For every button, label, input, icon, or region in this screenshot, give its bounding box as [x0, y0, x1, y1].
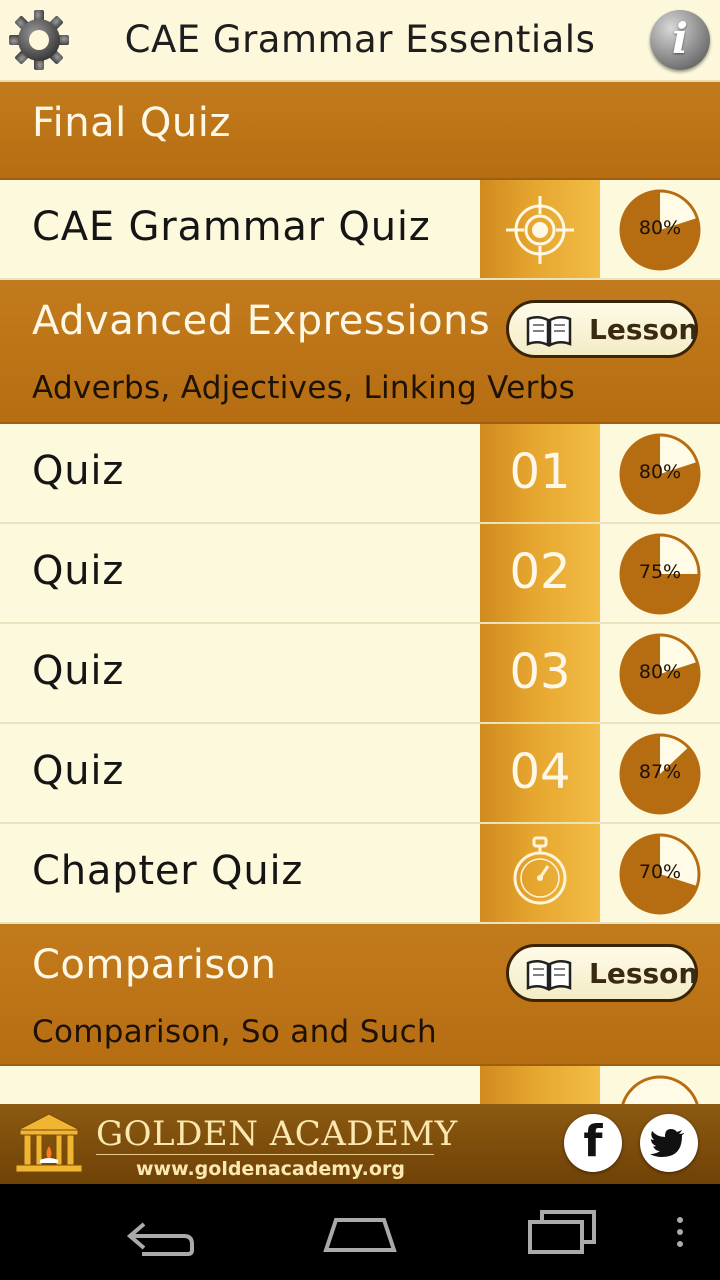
list-item-partial[interactable] [0, 1066, 720, 1104]
list-item-quiz-01[interactable]: Quiz 01 80% [0, 424, 720, 524]
quiz-label: Quiz [32, 648, 125, 694]
progress-pie: 80% [619, 189, 701, 271]
progress-percent: 87% [638, 761, 682, 783]
overflow-menu-icon[interactable] [672, 1204, 688, 1260]
progress-pie [619, 1075, 701, 1104]
list-item-quiz-04[interactable]: Quiz 04 87% [0, 724, 720, 824]
quiz-number: 01 [509, 444, 571, 500]
lesson-button[interactable]: Lesson [506, 944, 698, 1002]
footer-banner: GOLDEN ACADEMY www.goldenacademy.org f [0, 1104, 720, 1184]
stopwatch-icon [513, 836, 567, 905]
brand-name: GOLDEN ACADEMY [96, 1114, 458, 1154]
quiz-number: 02 [509, 544, 571, 600]
quiz-badge: 03 [480, 624, 600, 722]
section-title: Comparison [32, 942, 277, 988]
quiz-badge [480, 1066, 600, 1104]
list-item-quiz-03[interactable]: Quiz 03 80% [0, 624, 720, 724]
quiz-badge: 01 [480, 424, 600, 522]
list-item-chapter-quiz[interactable]: Chapter Quiz 70% [0, 824, 720, 924]
system-nav-bar [0, 1184, 720, 1280]
chapter-list[interactable]: Final Quiz CAE Grammar Quiz 80% Advanced… [0, 82, 720, 1104]
progress-percent: 80% [638, 217, 682, 239]
page-title: CAE Grammar Essentials [124, 18, 596, 61]
progress-percent: 70% [638, 861, 682, 883]
back-icon[interactable] [122, 1204, 198, 1260]
twitter-icon[interactable] [640, 1114, 698, 1172]
brand-url: www.goldenacademy.org [136, 1158, 405, 1180]
section-subtitle: Adverbs, Adjectives, Linking Verbs [32, 370, 576, 406]
quiz-label: Quiz [32, 448, 125, 494]
section-subtitle: Comparison, So and Such [32, 1014, 437, 1050]
progress-percent: 80% [638, 461, 682, 483]
progress-pie: 75% [619, 533, 701, 615]
facebook-icon[interactable]: f [564, 1114, 622, 1172]
progress-percent: 80% [638, 661, 682, 683]
section-final-quiz: Final Quiz [0, 82, 720, 180]
progress-pie: 80% [619, 433, 701, 515]
academy-logo-icon [15, 1113, 83, 1173]
section-title: Final Quiz [32, 100, 231, 146]
app-header: CAE Grammar Essentials i [0, 0, 720, 82]
quiz-label: Quiz [32, 748, 125, 794]
quiz-badge: 04 [480, 724, 600, 822]
brand-underline [96, 1154, 434, 1155]
target-icon [506, 196, 574, 264]
quiz-label: CAE Grammar Quiz [32, 204, 431, 250]
lesson-button[interactable]: Lesson [506, 300, 698, 358]
progress-percent: 75% [638, 561, 682, 583]
quiz-number: 04 [509, 744, 571, 800]
progress-pie: 80% [619, 633, 701, 715]
list-item-cae-grammar-quiz[interactable]: CAE Grammar Quiz 80% [0, 180, 720, 280]
quiz-number: 03 [509, 644, 571, 700]
quiz-badge [480, 180, 600, 278]
section-advanced-expressions: Advanced Expressions Adverbs, Adjectives… [0, 280, 720, 424]
lesson-label: Lesson [589, 957, 699, 990]
quiz-badge [480, 824, 600, 922]
quiz-label: Quiz [32, 548, 125, 594]
section-title: Advanced Expressions [32, 298, 491, 344]
recent-apps-icon[interactable] [526, 1204, 598, 1260]
quiz-badge: 02 [480, 524, 600, 622]
list-item-quiz-02[interactable]: Quiz 02 75% [0, 524, 720, 624]
lesson-label: Lesson [589, 313, 699, 346]
book-icon [526, 316, 572, 347]
quiz-label: Chapter Quiz [32, 848, 304, 894]
book-icon [526, 960, 572, 991]
progress-pie: 87% [619, 733, 701, 815]
progress-pie: 70% [619, 833, 701, 915]
info-icon[interactable]: i [650, 10, 710, 70]
section-comparison: Comparison Comparison, So and Such Lesso… [0, 924, 720, 1066]
home-icon[interactable] [322, 1204, 398, 1260]
